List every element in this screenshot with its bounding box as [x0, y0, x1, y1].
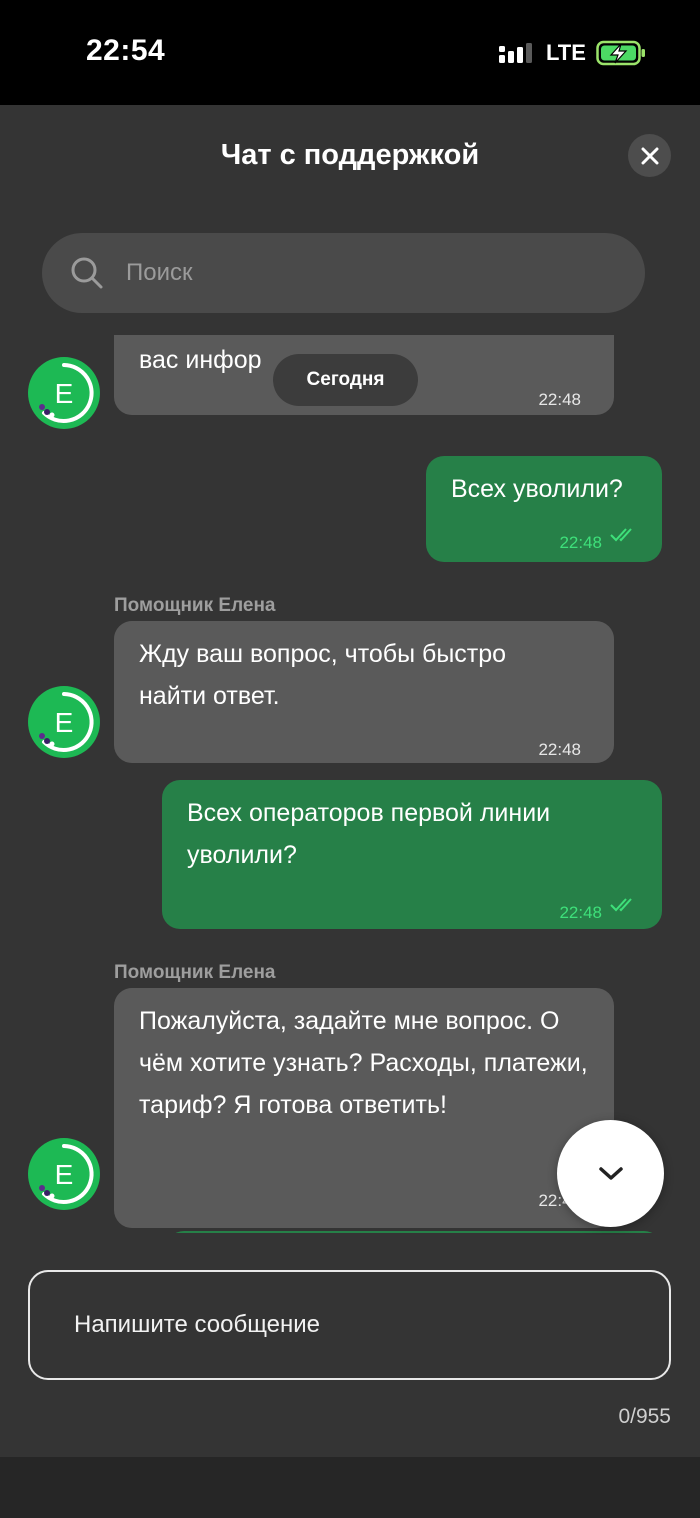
- scroll-to-bottom-button[interactable]: [557, 1120, 664, 1227]
- sender-name: Помощник Елена: [114, 962, 276, 983]
- search-bar[interactable]: [42, 233, 645, 313]
- outgoing-message: Всех операторов первой линии уволили? 22…: [162, 780, 662, 929]
- message-time: 22:48: [538, 390, 581, 409]
- assistant-avatar: E: [28, 686, 100, 758]
- page-title: Чат с поддержкой: [220, 139, 480, 171]
- message-input[interactable]: [74, 1272, 634, 1378]
- incoming-message: Жду ваш вопрос, чтобы быстро найти ответ…: [114, 621, 614, 763]
- home-indicator-area: [0, 1457, 700, 1518]
- outgoing-message: Всех уволили? 22:48: [426, 456, 662, 562]
- message-text: Пожалуйста, задайте мне вопрос. О чём хо…: [139, 1007, 588, 1119]
- message-composer[interactable]: [28, 1270, 671, 1380]
- message-time: 22:48: [559, 903, 602, 922]
- chevron-down-icon: [598, 1166, 623, 1180]
- incoming-message: Пожалуйста, задайте мне вопрос. О чём хо…: [114, 988, 614, 1228]
- outgoing-message-partial: [166, 1231, 662, 1233]
- close-button[interactable]: [628, 134, 671, 177]
- assistant-avatar-icon: E: [39, 363, 94, 423]
- signal-icon: [499, 43, 532, 63]
- search-input[interactable]: [126, 233, 606, 313]
- avatar-letter: E: [55, 378, 74, 409]
- double-check-icon: [610, 898, 632, 912]
- sender-name: Помощник Елена: [114, 595, 276, 616]
- message-text: Всех уволили?: [451, 475, 623, 503]
- status-time: 22:54: [86, 34, 166, 67]
- network-label: LTE: [546, 40, 586, 65]
- date-separator: Сегодня: [273, 354, 418, 406]
- message-text: Всех операторов первой линии уволили?: [187, 799, 551, 869]
- composer-area: 0/955: [0, 1235, 700, 1457]
- assistant-avatar: E: [28, 357, 100, 429]
- status-bar: 22:54 LTE: [0, 0, 700, 105]
- message-text: вас инфор: [139, 346, 262, 374]
- search-icon: [71, 257, 103, 289]
- battery-charging-icon: [596, 40, 645, 66]
- assistant-avatar-icon: E: [39, 692, 94, 752]
- avatar-letter: E: [55, 707, 74, 738]
- avatar-letter: E: [55, 1159, 74, 1190]
- character-counter: 0/955: [618, 1405, 671, 1428]
- close-icon: [641, 147, 658, 164]
- message-time: 22:48: [559, 533, 602, 552]
- support-chat-sheet: Чат с поддержкой ваш вопрос, чтобы я наш…: [0, 105, 700, 1457]
- double-check-icon: [610, 528, 632, 542]
- message-time: 22:48: [538, 740, 581, 759]
- assistant-avatar: E: [28, 1138, 100, 1210]
- message-text: Жду ваш вопрос, чтобы быстро найти ответ…: [139, 640, 507, 710]
- assistant-avatar-icon: E: [39, 1144, 94, 1204]
- message-list[interactable]: ваш вопрос, чтобы я нашла для вас инфор …: [0, 335, 700, 1233]
